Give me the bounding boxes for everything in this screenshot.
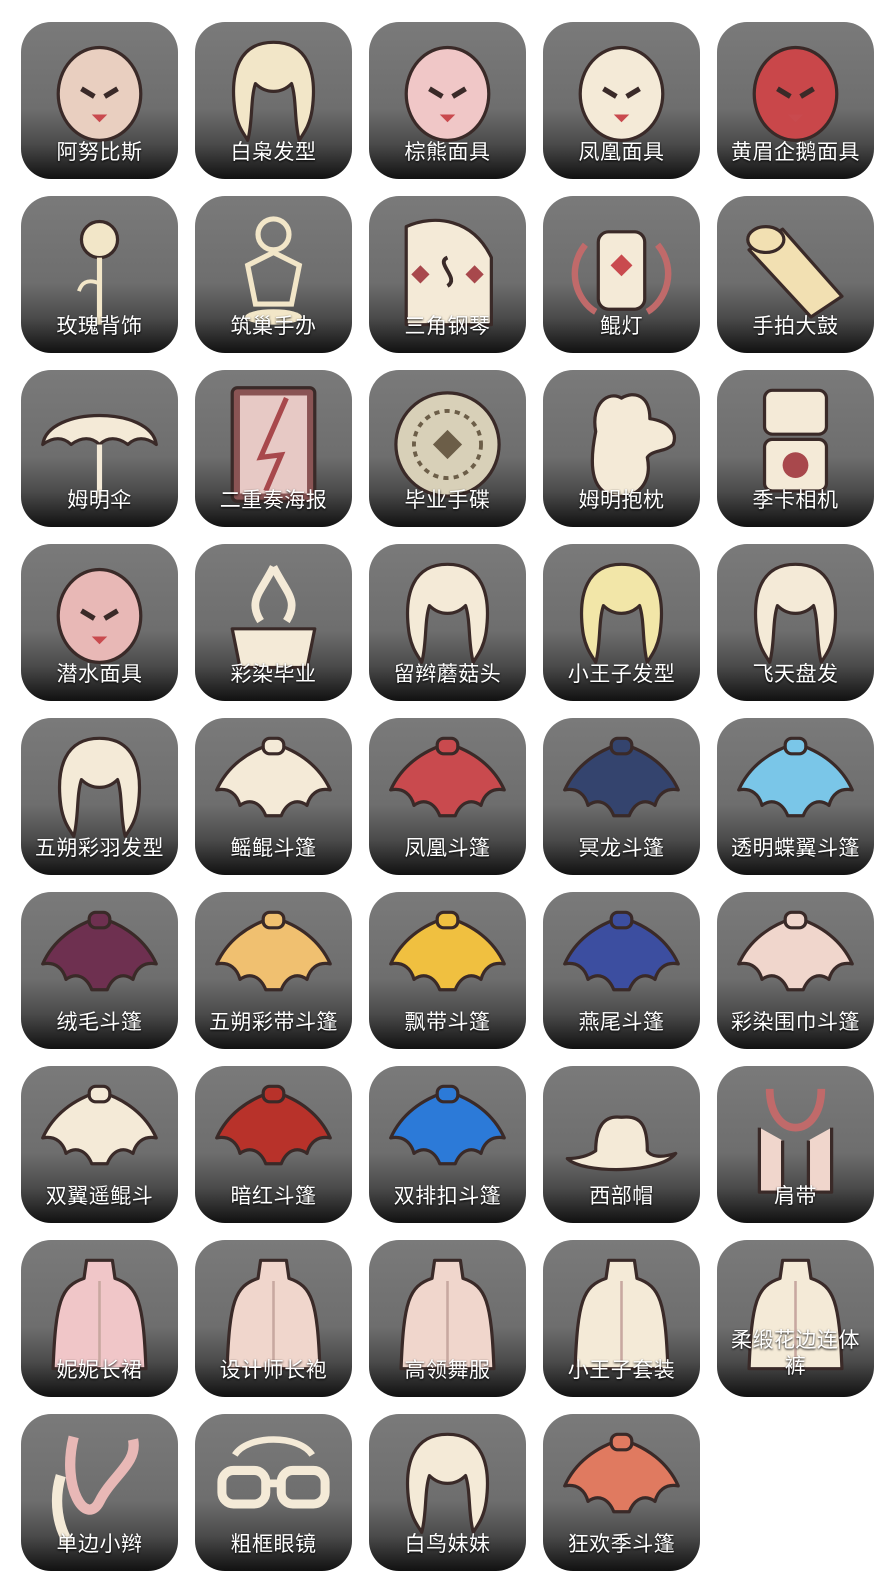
item-tile[interactable]: 冥龙斗篷 (543, 718, 700, 875)
item-tile[interactable]: 柔缎花边连体裤 (717, 1240, 874, 1397)
item-tile[interactable]: 透明蝶翼斗篷 (717, 718, 874, 875)
item-tile[interactable]: 鳐鲲斗篷 (195, 718, 352, 875)
item-tile[interactable]: 潜水面具 (21, 544, 178, 701)
item-label: 西部帽 (589, 1184, 654, 1208)
item-label: 姆明伞 (67, 488, 132, 512)
item-label: 潜水面具 (56, 662, 143, 686)
item-tile[interactable]: 鲲灯 (543, 196, 700, 353)
item-tile[interactable]: 双翼遥鲲斗 (21, 1066, 178, 1223)
item-tile[interactable]: 手拍大鼓 (717, 196, 874, 353)
item-tile[interactable]: 黄眉企鹅面具 (717, 22, 874, 179)
item-label: 鳐鲲斗篷 (230, 836, 317, 860)
item-label: 筑巢手办 (230, 314, 317, 338)
item-label: 肩带 (774, 1184, 817, 1208)
item-label: 白鸟妹妹 (404, 1532, 491, 1556)
item-tile[interactable]: 彩染毕业 (195, 544, 352, 701)
item-label: 双翼遥鲲斗 (45, 1184, 154, 1208)
item-label: 姆明抱枕 (578, 488, 665, 512)
item-tile[interactable]: 二重奏海报 (195, 370, 352, 527)
item-label: 五朔彩羽发型 (35, 836, 164, 860)
item-tile[interactable]: 五朔彩带斗篷 (195, 892, 352, 1049)
item-grid: 阿努比斯 白枭发型 棕熊面具 凤凰面具 黄眉企鹅面具玫瑰背饰 筑巢手办 三角钢琴 鲲灯 手拍大鼓… (0, 0, 896, 1571)
item-label: 透明蝶翼斗篷 (731, 836, 860, 860)
item-label: 留辫蘑菇头 (393, 662, 502, 686)
item-label: 玫瑰背饰 (56, 314, 143, 338)
item-label: 黄眉企鹅面具 (731, 140, 860, 164)
item-tile[interactable]: 留辫蘑菇头 (369, 544, 526, 701)
item-label: 季卡相机 (752, 488, 839, 512)
item-tile[interactable]: 彩染围巾斗篷 (717, 892, 874, 1049)
item-label: 飞天盘发 (752, 662, 839, 686)
item-tile[interactable]: 姆明伞 (21, 370, 178, 527)
item-label: 鲲灯 (600, 314, 643, 338)
item-label: 阿努比斯 (56, 140, 143, 164)
item-label: 柔缎花边连体裤 (731, 1328, 860, 1378)
item-tile[interactable]: 姆明抱枕 (543, 370, 700, 527)
item-tile[interactable]: 粗框眼镜 (195, 1414, 352, 1571)
item-tile[interactable]: 毕业手碟 (369, 370, 526, 527)
item-tile[interactable]: 高领舞服 (369, 1240, 526, 1397)
item-label: 白枭发型 (230, 140, 317, 164)
item-tile[interactable]: 白鸟妹妹 (369, 1414, 526, 1571)
item-tile[interactable]: 季卡相机 (717, 370, 874, 527)
item-tile[interactable]: 飘带斗篷 (369, 892, 526, 1049)
item-tile[interactable]: 绒毛斗篷 (21, 892, 178, 1049)
item-tile[interactable]: 设计师长袍 (195, 1240, 352, 1397)
item-tile[interactable]: 五朔彩羽发型 (21, 718, 178, 875)
item-label: 二重奏海报 (219, 488, 328, 512)
item-tile[interactable]: 筑巢手办 (195, 196, 352, 353)
item-label: 单边小辫 (56, 1532, 143, 1556)
item-label: 五朔彩带斗篷 (209, 1010, 338, 1034)
item-label: 设计师长袍 (219, 1358, 328, 1382)
item-label: 毕业手碟 (404, 488, 491, 512)
item-label: 飘带斗篷 (404, 1010, 491, 1034)
item-tile[interactable]: 肩带 (717, 1066, 874, 1223)
item-label: 绒毛斗篷 (56, 1010, 143, 1034)
item-label: 双排扣斗篷 (393, 1184, 502, 1208)
item-label: 手拍大鼓 (752, 314, 839, 338)
item-tile[interactable]: 凤凰斗篷 (369, 718, 526, 875)
item-label: 高领舞服 (404, 1358, 491, 1382)
item-label: 凤凰斗篷 (404, 836, 491, 860)
item-tile[interactable]: 小王子套装 (543, 1240, 700, 1397)
item-label: 小王子套装 (567, 1358, 676, 1382)
item-tile[interactable]: 燕尾斗篷 (543, 892, 700, 1049)
item-tile[interactable]: 棕熊面具 (369, 22, 526, 179)
item-tile[interactable]: 暗红斗篷 (195, 1066, 352, 1223)
item-label: 狂欢季斗篷 (567, 1532, 676, 1556)
item-label: 粗框眼镜 (230, 1532, 317, 1556)
item-tile[interactable]: 西部帽 (543, 1066, 700, 1223)
item-tile[interactable]: 狂欢季斗篷 (543, 1414, 700, 1571)
item-tile[interactable]: 飞天盘发 (717, 544, 874, 701)
item-tile[interactable]: 妮妮长裙 (21, 1240, 178, 1397)
item-tile[interactable]: 三角钢琴 (369, 196, 526, 353)
item-tile[interactable]: 阿努比斯 (21, 22, 178, 179)
item-tile[interactable]: 白枭发型 (195, 22, 352, 179)
item-tile[interactable]: 双排扣斗篷 (369, 1066, 526, 1223)
item-tile[interactable]: 凤凰面具 (543, 22, 700, 179)
item-tile[interactable]: 单边小辫 (21, 1414, 178, 1571)
item-label: 三角钢琴 (404, 314, 491, 338)
item-label: 妮妮长裙 (56, 1358, 143, 1382)
item-label: 彩染围巾斗篷 (731, 1010, 860, 1034)
item-tile[interactable]: 玫瑰背饰 (21, 196, 178, 353)
item-label: 冥龙斗篷 (578, 836, 665, 860)
item-label: 暗红斗篷 (230, 1184, 317, 1208)
item-label: 棕熊面具 (404, 140, 491, 164)
item-tile[interactable]: 小王子发型 (543, 544, 700, 701)
item-label: 彩染毕业 (230, 662, 317, 686)
item-label: 小王子发型 (567, 662, 676, 686)
item-label: 凤凰面具 (578, 140, 665, 164)
item-label: 燕尾斗篷 (578, 1010, 665, 1034)
